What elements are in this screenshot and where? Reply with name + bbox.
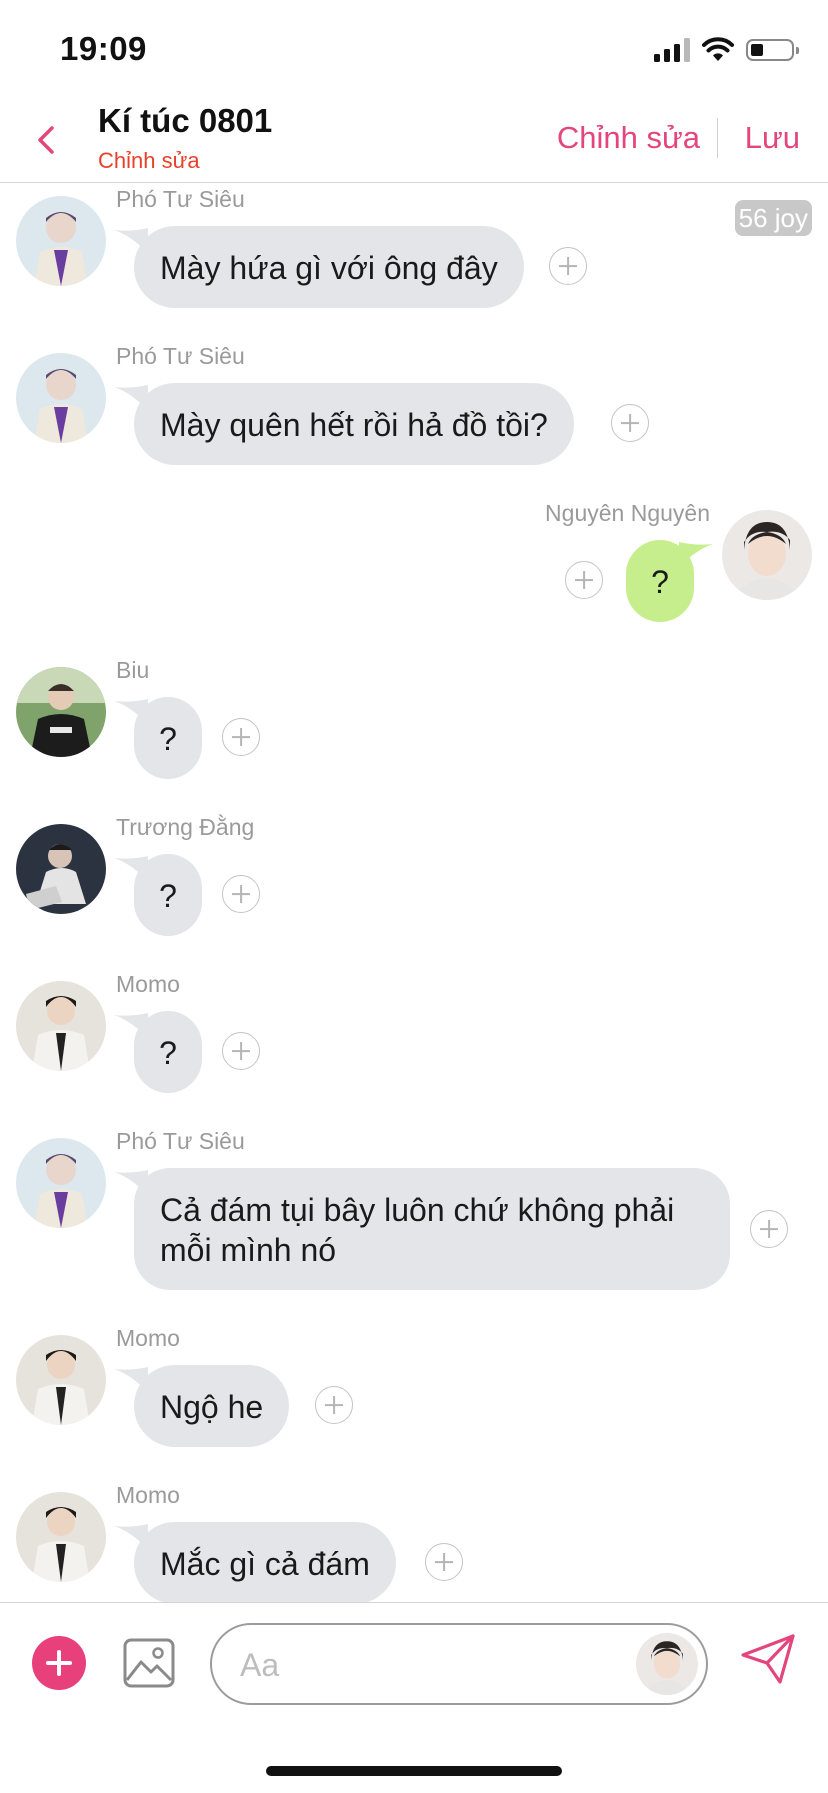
wifi-icon: [702, 37, 734, 61]
message-item: Biu ?: [0, 655, 828, 785]
sender-name: Nguyên Nguyên: [545, 500, 710, 526]
add-reaction-plus-icon[interactable]: [425, 1543, 463, 1581]
message-bubble[interactable]: ?: [134, 1011, 202, 1093]
image-icon[interactable]: [123, 1638, 175, 1688]
save-button[interactable]: Lưu: [745, 120, 800, 156]
chat-subtitle[interactable]: Chỉnh sửa: [98, 148, 200, 174]
sender-name: Trương Đằng: [116, 814, 255, 840]
add-reaction-plus-icon[interactable]: [222, 1032, 260, 1070]
home-indicator: [266, 1766, 562, 1776]
sender-name: Momo: [116, 1325, 180, 1351]
add-reaction-plus-icon[interactable]: [315, 1386, 353, 1424]
message-bubble[interactable]: Mắc gì cả đám: [134, 1522, 396, 1604]
back-chevron-icon[interactable]: [28, 120, 64, 160]
message-bubble[interactable]: Ngộ he: [134, 1365, 290, 1447]
status-bar: 19:09: [0, 0, 828, 96]
avatar-momo[interactable]: [16, 1335, 106, 1425]
add-reaction-plus-icon[interactable]: [549, 247, 587, 285]
avatar-pho-tu-sieu[interactable]: [16, 1138, 106, 1228]
sender-name: Phó Tư Siêu: [116, 1128, 245, 1154]
message-input-wrapper: [210, 1623, 708, 1705]
sender-name: Phó Tư Siêu: [116, 186, 245, 212]
add-reaction-plus-icon[interactable]: [750, 1210, 788, 1248]
message-bubble[interactable]: Cả đám tụi bây luôn chứ không phải mỗi m…: [134, 1168, 730, 1290]
header-divider: [716, 118, 718, 158]
message-input[interactable]: [238, 1641, 602, 1689]
message-item: Momo Ngộ he: [0, 1323, 828, 1453]
message-composer: [0, 1602, 828, 1793]
chat-header: Kí túc 0801 Chỉnh sửa Chỉnh sửa Lưu: [0, 96, 828, 183]
message-item: Nguyên Nguyên ?: [0, 498, 828, 638]
add-reaction-plus-icon[interactable]: [565, 561, 603, 599]
message-bubble[interactable]: Mày quên hết rồi hả đồ tồi?: [134, 383, 574, 465]
cellular-signal-icon: [654, 38, 690, 62]
chat-title: Kí túc 0801: [98, 102, 273, 139]
add-reaction-plus-icon[interactable]: [222, 718, 260, 756]
add-plus-icon[interactable]: [32, 1636, 86, 1690]
avatar-truong-dang[interactable]: [16, 824, 106, 914]
sender-name: Momo: [116, 1482, 180, 1508]
send-paper-plane-icon[interactable]: [740, 1633, 796, 1685]
message-bubble[interactable]: ?: [134, 854, 202, 936]
message-bubble[interactable]: ?: [626, 540, 694, 622]
message-item: Phó Tư Siêu Cả đám tụi bây luôn chứ khôn…: [0, 1126, 828, 1296]
status-time: 19:09: [60, 30, 147, 67]
status-icons: [654, 34, 799, 66]
add-reaction-plus-icon[interactable]: [222, 875, 260, 913]
avatar-pho-tu-sieu[interactable]: [16, 196, 106, 286]
sender-name: Biu: [116, 657, 150, 683]
avatar-biu[interactable]: [16, 667, 106, 757]
message-bubble[interactable]: ?: [134, 697, 202, 779]
avatar-momo[interactable]: [16, 981, 106, 1071]
sender-name: Momo: [116, 971, 180, 997]
battery-icon: [746, 39, 799, 61]
avatar-pho-tu-sieu[interactable]: [16, 353, 106, 443]
edit-button[interactable]: Chỉnh sửa: [557, 120, 700, 156]
message-bubble[interactable]: Mày hứa gì với ông đây: [134, 226, 524, 308]
sender-name: Phó Tư Siêu: [116, 343, 245, 369]
message-item: Momo Mắc gì cả đám: [0, 1480, 828, 1604]
avatar-nguyen-nguyen[interactable]: [722, 510, 812, 600]
message-item: Momo ?: [0, 969, 828, 1099]
add-reaction-plus-icon[interactable]: [611, 404, 649, 442]
message-item: Trương Đằng ?: [0, 812, 828, 942]
message-item: Phó Tư Siêu Mày hứa gì với ông đây: [0, 184, 828, 314]
avatar-momo[interactable]: [16, 1492, 106, 1582]
avatar-nguyen-nguyen[interactable]: [636, 1633, 698, 1695]
chat-messages[interactable]: 56 joy Phó Tư Siêu Mày hứa gì với ông đâ…: [0, 184, 828, 1604]
message-item: Phó Tư Siêu Mày quên hết rồi hả đồ tồi?: [0, 341, 828, 471]
